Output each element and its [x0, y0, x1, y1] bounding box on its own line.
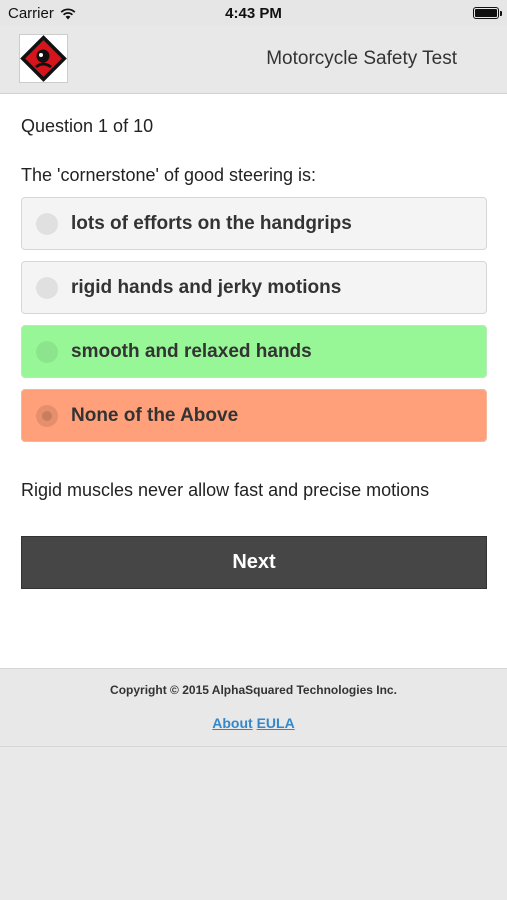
app-title: Motorcycle Safety Test	[266, 48, 457, 69]
eula-link[interactable]: EULA	[257, 715, 295, 731]
quiz-content: Question 1 of 10 The 'cornerstone' of go…	[0, 94, 507, 668]
radio-icon[interactable]	[36, 277, 58, 299]
footer: Copyright © 2015 AlphaSquared Technologi…	[0, 668, 507, 747]
app-header: Motorcycle Safety Test	[0, 26, 507, 94]
status-time: 4:43 PM	[225, 5, 282, 22]
question-counter: Question 1 of 10	[21, 116, 154, 136]
copyright-text: Copyright © 2015 AlphaSquared Technologi…	[110, 683, 397, 697]
footer-links: About EULA	[0, 715, 507, 731]
next-button[interactable]: Next	[21, 536, 487, 589]
answer-option-4-selected-wrong[interactable]: None of the Above	[21, 389, 487, 442]
question-text: The 'cornerstone' of good steering is:	[21, 165, 317, 185]
radio-selected-icon[interactable]	[36, 405, 58, 427]
radio-icon[interactable]	[36, 341, 58, 363]
answer-option-label: None of the Above	[71, 405, 239, 426]
answer-option-label: smooth and relaxed hands	[71, 341, 312, 362]
answer-explanation: Rigid muscles never allow fast and preci…	[21, 480, 430, 500]
answer-option-label: lots of efforts on the handgrips	[71, 213, 352, 234]
app-logo	[19, 34, 68, 83]
answer-option-label: rigid hands and jerky motions	[71, 277, 342, 298]
status-bar: Carrier 4:43 PM	[0, 0, 507, 26]
radio-icon[interactable]	[36, 213, 58, 235]
battery-icon	[473, 7, 502, 19]
answer-option-2[interactable]: rigid hands and jerky motions	[21, 261, 487, 314]
about-link[interactable]: About	[212, 715, 252, 731]
answer-option-3-correct[interactable]: smooth and relaxed hands	[21, 325, 487, 378]
answer-option-1[interactable]: lots of efforts on the handgrips	[21, 197, 487, 250]
